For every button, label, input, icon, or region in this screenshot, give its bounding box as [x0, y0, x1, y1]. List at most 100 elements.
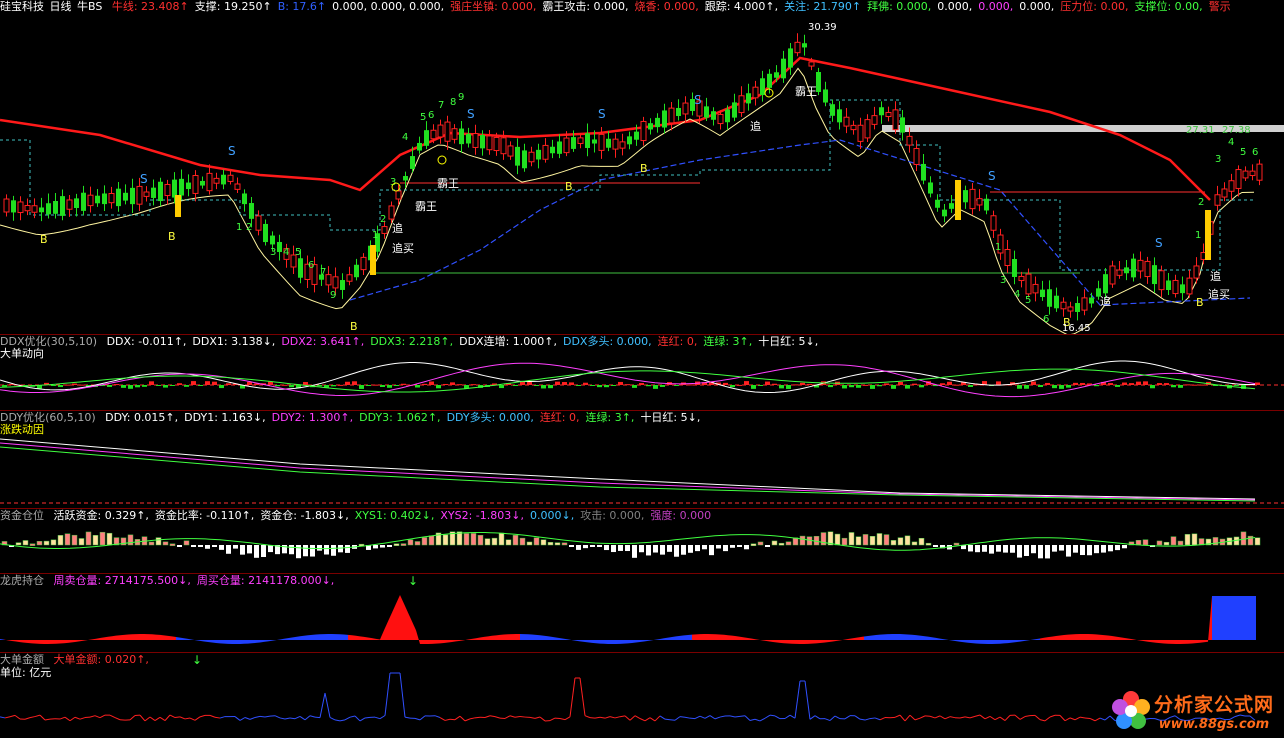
bigorder-line: [339, 719, 346, 722]
signal-candle: [1205, 210, 1211, 260]
dragon-area: [1224, 596, 1228, 640]
candle-down: [1124, 267, 1129, 274]
fund-bar: [512, 534, 519, 546]
dragon-area: [528, 634, 532, 640]
bigorder-line: [764, 714, 771, 719]
bigorder-line: [474, 716, 481, 719]
ddx-panel[interactable]: DDX优化(30,5,10) DDX: -0.011↑, DDX1: 3.138↓…: [0, 335, 1284, 410]
dragon-area: [1212, 596, 1216, 640]
dragon-area: [232, 640, 236, 644]
candle-down: [662, 110, 667, 128]
bigorder-line: [899, 714, 906, 722]
dragon-area: [808, 640, 812, 644]
ddx-bar: [856, 385, 861, 388]
fund-bar: [261, 545, 266, 557]
ddx-bar: [1045, 382, 1050, 385]
dragon-area: [948, 639, 952, 641]
dragon-area: [512, 634, 516, 640]
bigorder-line: [64, 716, 71, 722]
ddx-bar: [219, 385, 224, 389]
dragon-area: [572, 640, 576, 641]
dragon-area: [564, 638, 568, 640]
fund-bar: [247, 545, 252, 554]
dragon-area: [8, 640, 12, 641]
count-number: 1: [995, 242, 1001, 253]
fund-bar: [1038, 545, 1043, 559]
bigorder-line: [14, 714, 21, 720]
fund-panel[interactable]: 资金仓位 活跃资金: 0.329↑, 资金比率: -0.110↑, 资金仓: -1.…: [0, 509, 1284, 573]
ddx-bar: [590, 385, 595, 386]
ddx-bar: [1157, 383, 1162, 385]
bigorder-chart[interactable]: ↓: [0, 653, 1284, 738]
fund-bar: [1003, 545, 1008, 553]
bigorder-line: [784, 714, 791, 719]
ddy-line: [0, 438, 1256, 500]
bigorder-line: [1064, 717, 1071, 722]
ddx-params: (30,5,10): [46, 335, 98, 348]
dragon-area: [524, 634, 528, 640]
candle-up: [1158, 270, 1165, 291]
ddx-bar: [457, 384, 462, 386]
ddy-value: 连红: 0,: [539, 411, 580, 424]
dragon-area: [52, 640, 56, 644]
ddy-chart[interactable]: [0, 411, 1284, 508]
candle-down: [823, 89, 828, 103]
bigorder-line: [129, 715, 136, 721]
dragon-area: [412, 621, 416, 640]
dragon-panel[interactable]: ↓ 龙虎持仓 周卖仓量: 2714175.500↓, 周买仓量: 2141178.…: [0, 574, 1284, 652]
dragon-area: [852, 637, 856, 640]
bigorder-line: [299, 716, 306, 721]
dragon-area: [136, 634, 140, 640]
ddx-bar: [1122, 382, 1127, 385]
ddx-value: DDX1: 3.138↓,: [192, 335, 276, 348]
fund-bar: [778, 542, 785, 546]
candle-down: [53, 200, 58, 214]
ddx-bar: [772, 383, 777, 385]
candle-down: [186, 182, 191, 190]
fund-bar: [169, 543, 176, 547]
bigorder-panel[interactable]: ↓ 大单金额 大单金额: 0.020↑, 单位: 亿元 分析家公式网 www.8…: [0, 653, 1284, 738]
fund-bar: [92, 535, 99, 546]
ddx-value: 连绿: 3↑,: [703, 335, 753, 348]
dragon-area: [376, 638, 380, 640]
signal-annotation: 追买: [392, 241, 414, 255]
candle-up: [612, 138, 619, 150]
price-chart[interactable]: SSS SSSSB BBBBBB霸王霸王霸王追追买追追追买追30.3916.4527…: [0, 0, 1284, 334]
bigorder-line: [684, 716, 691, 719]
candle-up: [332, 276, 339, 289]
ddx-bar: [1171, 385, 1176, 388]
dragon-area: [320, 634, 324, 640]
dragon-area: [1064, 634, 1068, 640]
ddx-bar: [1234, 385, 1239, 386]
dragon-area: [812, 640, 816, 644]
fund-bar: [85, 531, 92, 546]
fund-bar: [561, 542, 568, 546]
dragon-area: [888, 634, 892, 640]
dragon-area: [372, 638, 376, 640]
ddx-bar: [1066, 385, 1071, 388]
ddy-value: 十日红: 5↓,: [640, 411, 701, 424]
dragon-area: [896, 634, 900, 640]
ddx-bar: [583, 382, 588, 385]
fund-bar: [765, 545, 770, 547]
dragon-area: [460, 640, 464, 641]
candle-up: [1060, 301, 1067, 310]
candle-up: [1235, 169, 1242, 189]
dragon-area: [196, 640, 200, 641]
dragon-area: [64, 640, 68, 644]
bigorder-line: [694, 715, 701, 720]
count-number: 3: [1215, 154, 1221, 165]
ddx-bar: [1150, 385, 1155, 389]
ddy-value: DDY3: 1.062↑,: [359, 411, 441, 424]
ddy-panel[interactable]: DDY优化(60,5,10) DDY: 0.015↑, DDY1: 1.163↓,…: [0, 411, 1284, 508]
candle-down: [200, 180, 205, 186]
dragon-area: [1160, 640, 1164, 644]
main-chart-panel[interactable]: 硅宝科技 日线 牛BS 牛线: 23.408↑ 支撑: 19.250↑ B: 17.…: [0, 0, 1284, 334]
candle-up: [577, 137, 584, 144]
dragon-area: [360, 636, 364, 640]
fund-bar: [911, 541, 918, 546]
bigorder-line: [864, 718, 871, 721]
fund-bar: [996, 545, 1001, 552]
dragon-area: [1116, 636, 1120, 640]
dragon-area: [984, 640, 988, 644]
